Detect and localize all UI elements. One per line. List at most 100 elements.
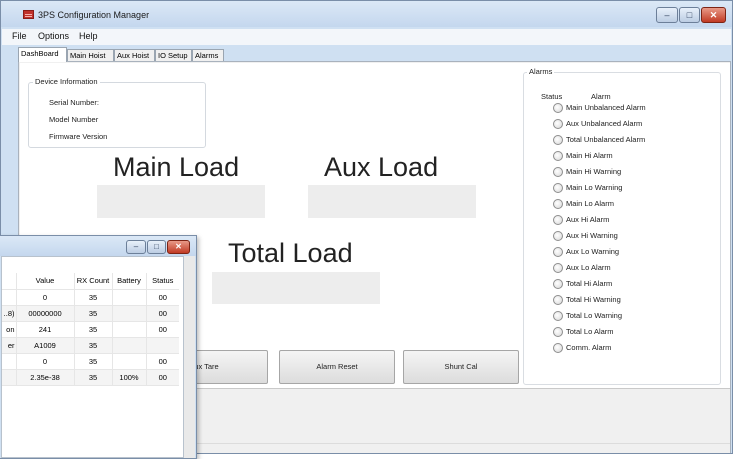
total-load-readout xyxy=(212,272,380,304)
alarm-label: Total Hi Warning xyxy=(566,295,621,304)
serial-number-label: Serial Number: xyxy=(49,98,100,107)
table-cell: 100% xyxy=(112,369,147,386)
alarm-label: Total Hi Alarm xyxy=(566,279,613,288)
table-cell: 00 xyxy=(146,305,179,322)
alarm-row: Main Unbalanced Alarm xyxy=(553,102,713,118)
alarm-list: Main Unbalanced Alarm Aux Unbalanced Alar… xyxy=(553,102,713,358)
table-cell: 35 xyxy=(74,353,113,370)
table-cell: 35 xyxy=(74,305,113,322)
table-cell: 0 xyxy=(16,353,75,370)
alarm-reset-button[interactable]: Alarm Reset xyxy=(279,350,395,384)
table-row[interactable]: ..8) 00000000 35 00 xyxy=(2,305,179,322)
close-button[interactable]: ✕ xyxy=(701,7,726,23)
channel-table-area: Value RX Count Battery Status 0 35 00 ..8) 00000… xyxy=(1,256,184,458)
alarm-status-indicator xyxy=(553,343,563,353)
alarm-status-indicator xyxy=(553,183,563,193)
column-header xyxy=(2,273,17,290)
device-info-group: Device Information Serial Number: Model … xyxy=(28,77,206,148)
alarm-row: Aux Lo Alarm xyxy=(553,262,713,278)
alarm-status-indicator xyxy=(553,103,563,113)
main-load-label: Main Load xyxy=(113,152,240,182)
table-cell xyxy=(112,321,147,338)
table-cell: 241 xyxy=(16,321,75,338)
column-header: Value xyxy=(16,273,75,290)
table-cell: 00 xyxy=(146,321,179,338)
main-load-readout xyxy=(97,185,265,218)
alarm-row: Main Hi Warning xyxy=(553,166,713,182)
total-load-label: Total Load xyxy=(228,238,353,268)
title-bar[interactable]: 3PS Configuration Manager – □ ✕ xyxy=(1,1,732,27)
aux-load-readout xyxy=(308,185,476,218)
minimize-button[interactable]: – xyxy=(656,7,678,23)
table-cell xyxy=(2,369,17,386)
alarm-status-indicator xyxy=(553,215,563,225)
alarm-label: Aux Lo Alarm xyxy=(566,263,611,272)
alarm-status-indicator xyxy=(553,231,563,241)
table-cell: 35 xyxy=(74,321,113,338)
alarm-label: Main Unbalanced Alarm xyxy=(566,103,646,112)
alarm-label: Total Lo Warning xyxy=(566,311,623,320)
table-row[interactable]: 2.35e-38 35 100% 00 xyxy=(2,369,179,386)
menu-options[interactable]: Options xyxy=(38,31,69,41)
alarm-row: Aux Hi Alarm xyxy=(553,214,713,230)
alarm-label: Main Hi Alarm xyxy=(566,151,613,160)
menu-file[interactable]: File xyxy=(12,31,27,41)
table-cell: A1009 xyxy=(16,337,75,354)
channel-monitor-title-bar[interactable]: – □ ✕ xyxy=(0,236,196,256)
app-icon xyxy=(23,10,34,19)
model-number-label: Model Number xyxy=(49,115,99,124)
menu-bar: File Options Help xyxy=(2,29,731,45)
alarm-row: Main Lo Warning xyxy=(553,182,713,198)
alarm-status-indicator xyxy=(553,135,563,145)
tab-dashboard[interactable]: DashBoard xyxy=(18,47,67,62)
shunt-cal-button[interactable]: Shunt Cal xyxy=(403,350,519,384)
sub-close-button[interactable]: ✕ xyxy=(167,240,190,254)
alarm-label: Aux Hi Alarm xyxy=(566,215,610,224)
alarm-row: Total Lo Warning xyxy=(553,310,713,326)
alarms-legend: Alarms xyxy=(527,67,555,76)
table-cell xyxy=(112,353,147,370)
alarm-status-indicator xyxy=(553,311,563,321)
sub-minimize-button[interactable]: – xyxy=(126,240,146,254)
sub-maximize-button[interactable]: □ xyxy=(147,240,166,254)
table-cell xyxy=(112,337,147,354)
channel-monitor-window: – □ ✕ Value RX Count Battery Status 0 35 00 ..8… xyxy=(0,235,197,459)
channel-table: Value RX Count Battery Status 0 35 00 ..8) 00000… xyxy=(2,273,179,386)
aux-load-label: Aux Load xyxy=(324,152,439,182)
menu-help[interactable]: Help xyxy=(79,31,98,41)
alarm-column-header: Alarm xyxy=(591,92,611,101)
table-cell: 35 xyxy=(74,369,113,386)
alarm-status-indicator xyxy=(553,295,563,305)
table-cell: 00000000 xyxy=(16,305,75,322)
alarm-row: Total Hi Warning xyxy=(553,294,713,310)
window-title: 3PS Configuration Manager xyxy=(38,10,150,20)
alarm-status-indicator xyxy=(553,151,563,161)
column-header: Status xyxy=(146,273,179,290)
alarm-row: Total Unbalanced Alarm xyxy=(553,134,713,150)
table-cell: 0 xyxy=(16,289,75,306)
alarm-status-indicator xyxy=(553,167,563,177)
alarm-row: Aux Lo Warning xyxy=(553,246,713,262)
table-cell: 00 xyxy=(146,353,179,370)
table-cell: 00 xyxy=(146,289,179,306)
alarm-status-indicator xyxy=(553,247,563,257)
vertical-scrollbar[interactable] xyxy=(184,256,195,458)
alarm-label: Aux Lo Warning xyxy=(566,247,620,256)
status-column-header: Status xyxy=(541,92,563,101)
table-row[interactable]: on 241 35 00 xyxy=(2,321,179,338)
table-header-row: Value RX Count Battery Status xyxy=(2,273,179,290)
alarm-label: Main Lo Warning xyxy=(566,183,623,192)
table-cell: on xyxy=(2,321,17,338)
alarm-row: Aux Hi Warning xyxy=(553,230,713,246)
maximize-button[interactable]: □ xyxy=(679,7,700,23)
table-row[interactable]: 0 35 00 xyxy=(2,353,179,370)
alarm-label: Comm. Alarm xyxy=(566,343,612,352)
table-row[interactable]: 0 35 00 xyxy=(2,289,179,306)
alarm-row: Main Hi Alarm xyxy=(553,150,713,166)
table-cell: 00 xyxy=(146,369,179,386)
table-cell xyxy=(2,353,17,370)
table-cell: er xyxy=(2,337,17,354)
table-row[interactable]: er A1009 35 xyxy=(2,337,179,354)
alarm-label: Main Hi Warning xyxy=(566,167,622,176)
table-cell xyxy=(146,337,179,354)
